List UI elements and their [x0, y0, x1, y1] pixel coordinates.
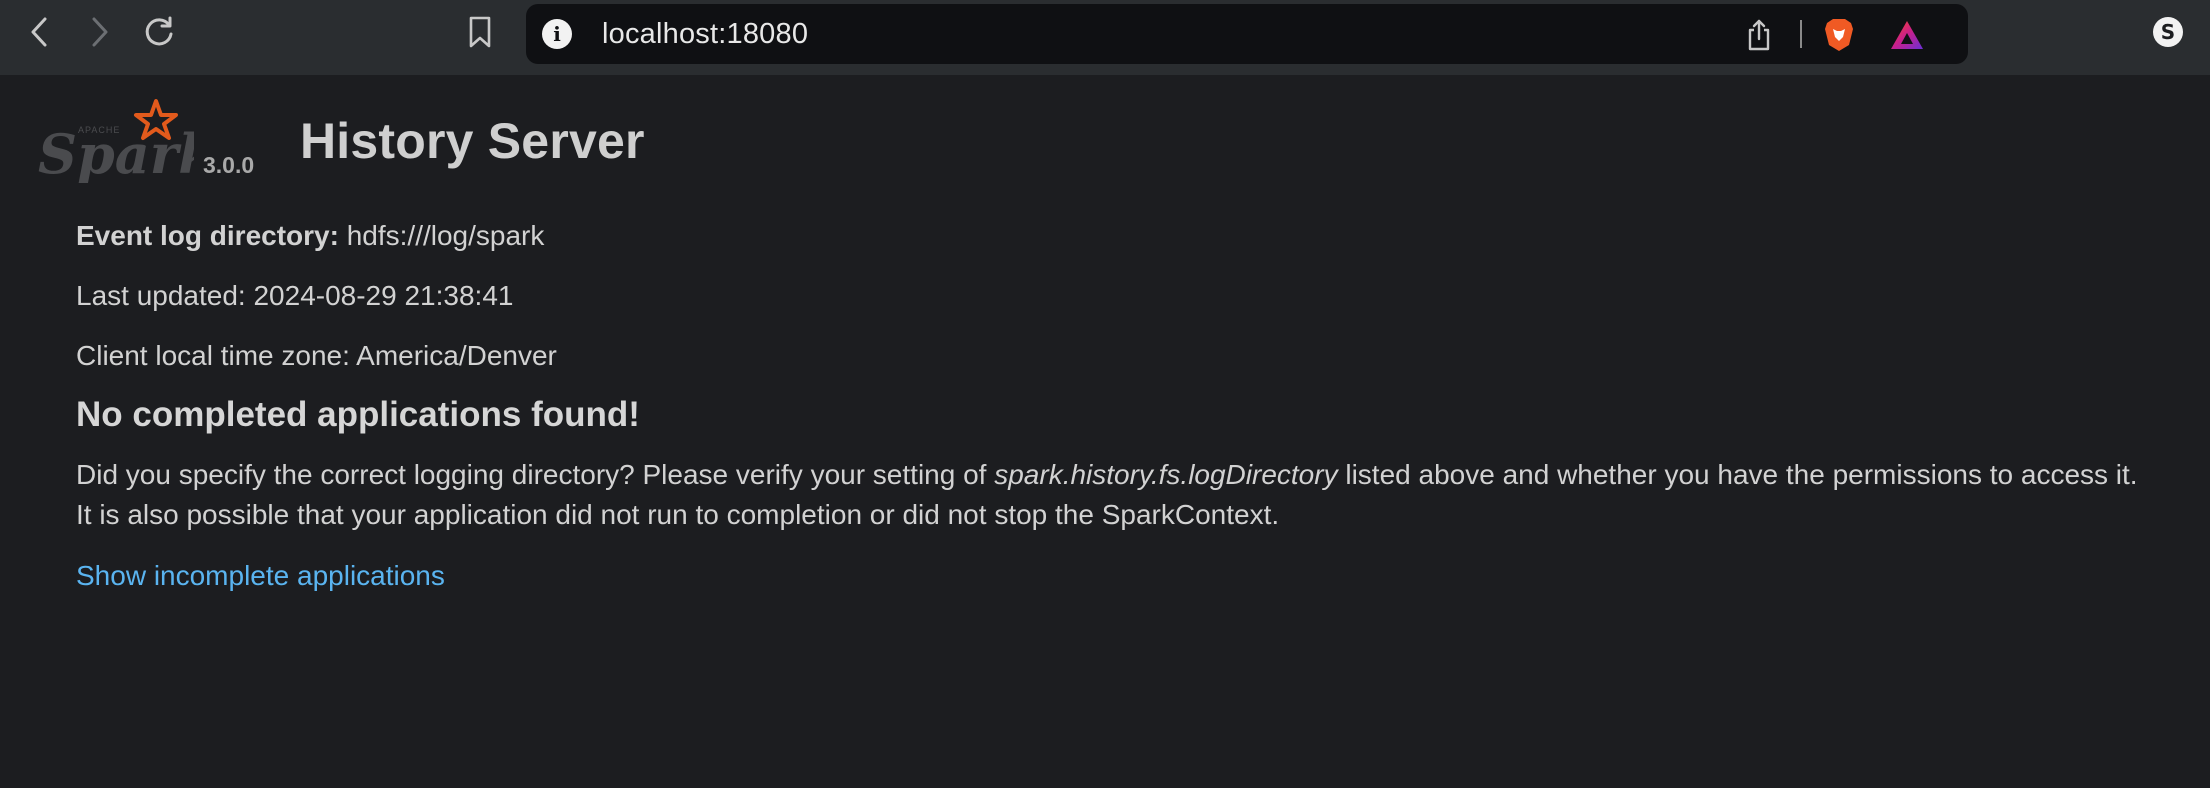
event-log-directory: Event log directory: hdfs:///log/spark: [76, 220, 544, 252]
config-key: spark.history.fs.logDirectory: [994, 459, 1338, 490]
no-apps-heading: No completed applications found!: [76, 395, 640, 434]
svg-text:S: S: [2161, 20, 2175, 44]
site-info-icon[interactable]: i: [542, 19, 572, 49]
brave-shields-icon[interactable]: [1820, 16, 1858, 54]
time-zone: Client local time zone: America/Denver: [76, 340, 557, 371]
brave-rewards-icon[interactable]: [1888, 16, 1926, 54]
event-log-value: hdfs:///log/spark: [346, 220, 545, 251]
last-updated: Last updated: 2024-08-29 21:38:41: [76, 280, 514, 311]
reload-icon[interactable]: [137, 10, 181, 54]
share-icon[interactable]: [1740, 16, 1778, 54]
bookmark-icon[interactable]: [458, 10, 502, 54]
forward-icon[interactable]: [77, 10, 121, 54]
help-text-line2: It is also possible that your applicatio…: [76, 499, 1280, 530]
spark-logo[interactable]: Spark APACHE: [34, 97, 216, 186]
spark-version: 3.0.0: [203, 152, 255, 178]
back-icon[interactable]: [18, 10, 62, 54]
browser-toolbar: i localhost:18080 S: [0, 0, 2210, 75]
help-text-part2: listed above and whether you have the pe…: [1337, 459, 2138, 490]
help-message: Did you specify the correct logging dire…: [76, 455, 2196, 535]
show-incomplete-link[interactable]: Show incomplete applications: [76, 560, 445, 592]
page-title: History Server: [300, 113, 645, 169]
url-separator: [1800, 20, 1802, 48]
svg-text:APACHE: APACHE: [78, 125, 120, 135]
address-bar[interactable]: i localhost:18080: [526, 4, 1968, 64]
help-text-part1: Did you specify the correct logging dire…: [76, 459, 995, 490]
url-text[interactable]: localhost:18080: [602, 18, 808, 51]
profile-icon[interactable]: S: [2146, 10, 2190, 54]
event-log-label: Event log directory:: [76, 220, 339, 251]
